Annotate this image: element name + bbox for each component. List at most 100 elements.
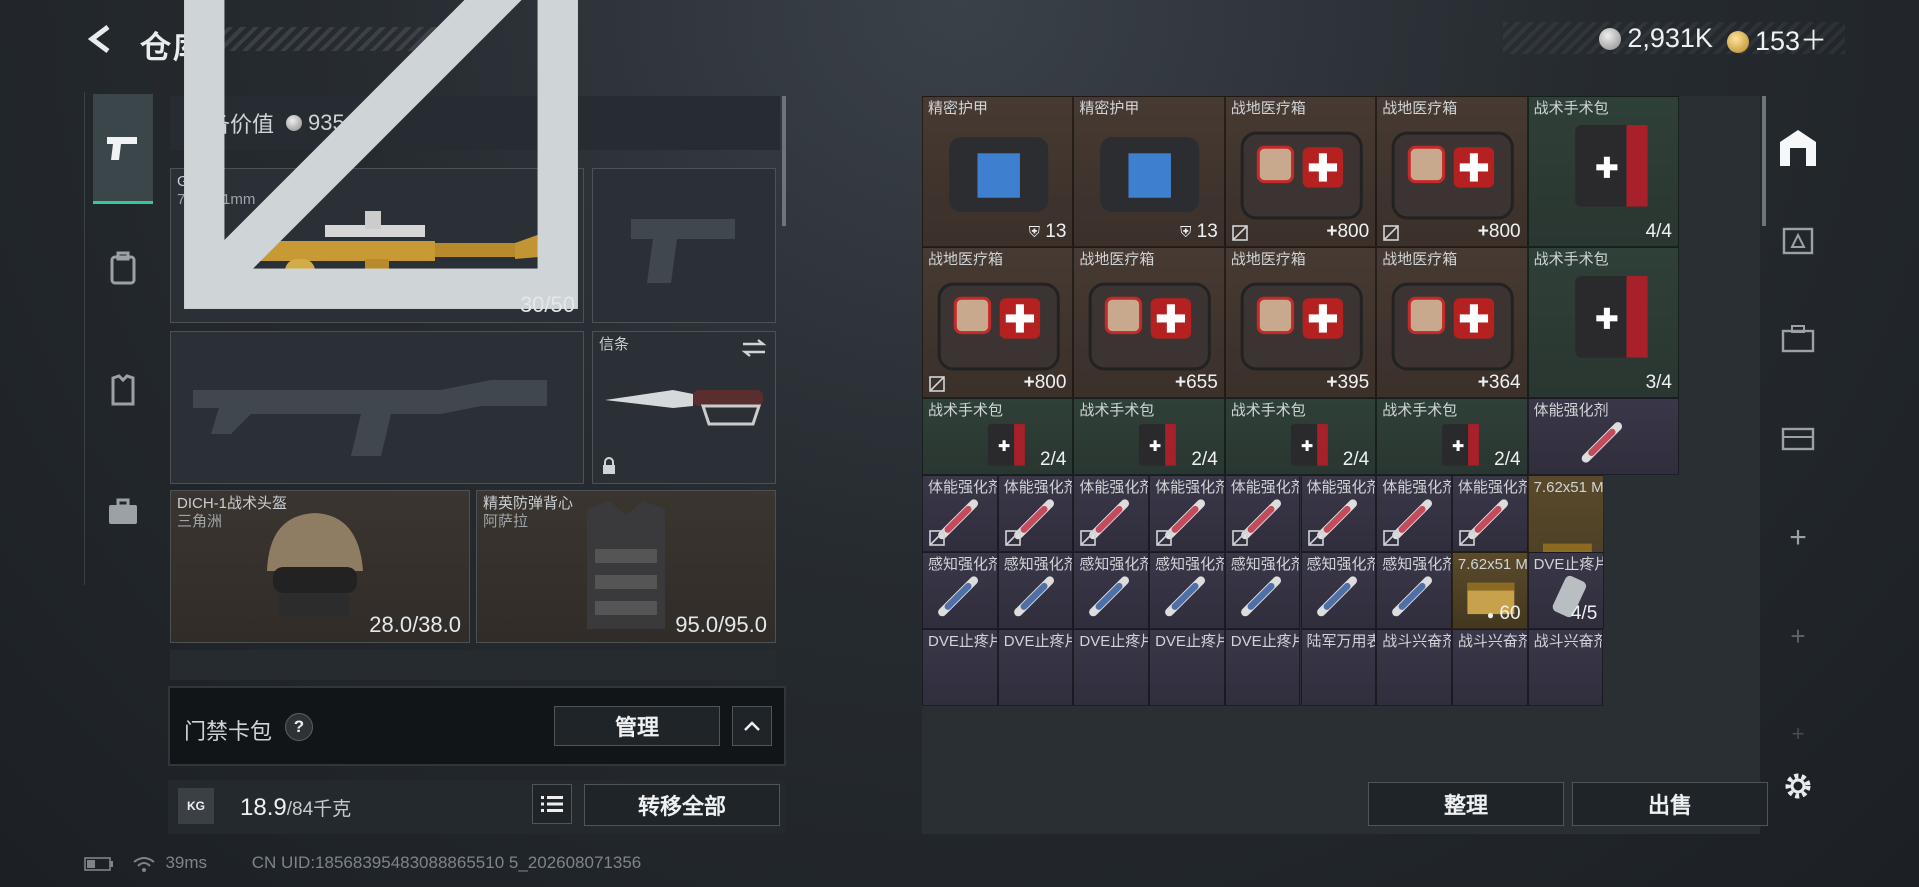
uid-text: CN UID:18568395483088865510 5_2026080713…: [251, 853, 642, 872]
inventory-item[interactable]: 感知强化剂: [1149, 552, 1225, 629]
inventory-item[interactable]: 战术手术包 3/4: [1527, 247, 1679, 398]
inventory-item[interactable]: 陆军万用表: [1300, 629, 1377, 706]
inventory-item[interactable]: 体能强化剂: [1224, 475, 1301, 552]
secondary-weapon-slot-empty[interactable]: [170, 331, 584, 484]
ping-value: 39ms: [165, 853, 208, 872]
inventory-item[interactable]: 感知强化剂: [1376, 552, 1452, 629]
list-view-button[interactable]: [532, 784, 572, 824]
sort-button[interactable]: 整理: [1368, 782, 1564, 826]
tab-storage-4b[interactable]: [1778, 416, 1818, 456]
item-name: 精密护甲: [928, 100, 989, 117]
item-name: DVE止疼片: [928, 633, 998, 650]
inventory-item[interactable]: DVE止疼片: [997, 629, 1074, 706]
tab-case[interactable]: [93, 482, 153, 542]
storage-scrollbar[interactable]: [1762, 96, 1766, 226]
equipment-scroll-area: [170, 650, 776, 680]
case-iv-icon: [1781, 325, 1815, 353]
battery-icon: [84, 856, 113, 871]
inventory-item[interactable]: DVE止疼片: [1224, 629, 1301, 706]
medkit-image: [1240, 282, 1363, 371]
tab-main-storage[interactable]: [1774, 124, 1822, 172]
melee-name: 信条: [599, 336, 630, 353]
help-icon[interactable]: ?: [285, 713, 313, 741]
inventory-item[interactable]: 感知强化剂: [1300, 552, 1377, 629]
inventory-item[interactable]: 体能强化剂: [1073, 475, 1150, 552]
inventory-item[interactable]: 战地医疗箱 +364: [1376, 247, 1528, 398]
plus-icon: +: [1791, 721, 1805, 746]
armor-slot[interactable]: 精英防弹背心 阿萨拉 95.0/95.0: [476, 490, 776, 643]
gear-icon: [1785, 773, 1811, 799]
helmet-origin: 三角洲: [177, 513, 223, 530]
inventory-item[interactable]: DVE止疼片 4/5: [1527, 552, 1605, 629]
inventory-item[interactable]: 体能强化剂: [1527, 398, 1679, 475]
medkit-image: [1391, 282, 1514, 371]
inventory-item[interactable]: 精密护甲 ⛨ 13: [922, 96, 1074, 247]
collapse-button[interactable]: [732, 706, 772, 746]
chevron-up-icon: [744, 721, 760, 731]
inventory-item[interactable]: 战地医疗箱 +800: [1376, 96, 1528, 247]
inventory-item[interactable]: 感知强化剂: [997, 552, 1074, 629]
surgery-kit-image: [1575, 125, 1649, 207]
item-value: 4/4: [1645, 221, 1672, 242]
melee-slot[interactable]: 信条: [592, 331, 776, 484]
item-name: 陆军万用表: [1306, 633, 1377, 650]
inventory-item[interactable]: 战术手术包 2/4: [1073, 398, 1225, 475]
inventory-item[interactable]: 体能强化剂: [1149, 475, 1225, 552]
inventory-item[interactable]: 战术手术包 2/4: [1376, 398, 1528, 475]
inventory-item[interactable]: 感知强化剂: [922, 552, 998, 629]
swap-icon[interactable]: [741, 338, 767, 358]
inventory-item[interactable]: 战地医疗箱 +800: [922, 247, 1074, 398]
tab-backpack[interactable]: [93, 238, 153, 298]
inventory-item[interactable]: 感知强化剂: [1073, 552, 1150, 629]
inventory-item[interactable]: 体能强化剂: [1376, 475, 1452, 552]
armor-origin: 阿萨拉: [483, 513, 529, 530]
add-storage-button[interactable]: +: [1778, 518, 1818, 558]
pistol-icon: [107, 136, 137, 160]
inventory-item[interactable]: DVE止疼片: [922, 629, 998, 706]
currency-gold[interactable]: 153＋: [1726, 19, 1827, 58]
tab-storage-4a[interactable]: [1778, 318, 1818, 358]
surgery-kit-image: [987, 424, 1025, 466]
primary-weapon-slot[interactable]: G3 7.62x51mm 30/50: [170, 0, 584, 323]
medkit-image: [1391, 131, 1514, 220]
manage-button[interactable]: 管理: [554, 706, 720, 746]
inventory-item[interactable]: 战斗兴奋剂: [1527, 629, 1604, 706]
settings-button[interactable]: [1778, 766, 1818, 806]
no-repair-icon: [929, 530, 945, 546]
inventory-item[interactable]: 战术手术包 4/4: [1527, 96, 1679, 247]
inventory-item[interactable]: 感知强化剂: [1224, 552, 1301, 629]
pistol-slot-empty[interactable]: [592, 168, 776, 323]
inventory-item[interactable]: 体能强化剂: [922, 475, 998, 552]
item-name: DVE止疼片: [1533, 556, 1605, 573]
inventory-item[interactable]: 战地医疗箱 +655: [1073, 247, 1225, 398]
transfer-all-button[interactable]: 转移全部: [584, 784, 780, 826]
inventory-item[interactable]: 战术手术包 2/4: [922, 398, 1074, 475]
weight-readout: 18.9/84千克: [240, 794, 352, 821]
tab-weapons[interactable]: [93, 94, 153, 204]
inventory-item[interactable]: DVE止疼片: [1073, 629, 1150, 706]
surgery-kit-image: [1139, 424, 1177, 466]
inventory-item[interactable]: 战地医疗箱 +800: [1224, 96, 1377, 247]
inventory-item[interactable]: 体能强化剂: [997, 475, 1074, 552]
equipment-scrollbar[interactable]: [782, 96, 786, 226]
inventory-item[interactable]: DVE止疼片: [1149, 629, 1225, 706]
inventory-item[interactable]: 精密护甲 ⛨ 13: [1073, 96, 1225, 247]
status-footer: 39ms CN UID:18568395483088865510 5_20260…: [84, 853, 641, 873]
tab-vest[interactable]: [93, 360, 153, 420]
inventory-item[interactable]: 战地医疗箱 +395: [1224, 247, 1377, 398]
back-button[interactable]: [84, 22, 118, 56]
inventory-item[interactable]: 体能强化剂: [1451, 475, 1528, 552]
inventory-item[interactable]: 7.62x51 M62 ● 60: [1451, 552, 1528, 629]
category-tabs: [84, 92, 160, 585]
helmet-slot[interactable]: DICH-1战术头盔 三角洲 28.0/38.0: [170, 490, 470, 643]
inventory-item[interactable]: 战斗兴奋剂: [1451, 629, 1528, 706]
inventory-item[interactable]: 战斗兴奋剂: [1376, 629, 1452, 706]
sell-button[interactable]: 出售: [1572, 782, 1768, 826]
no-repair-icon: [1231, 225, 1248, 241]
access-card-label: 门禁卡包: [184, 719, 273, 744]
tab-storage-3[interactable]: [1778, 220, 1818, 260]
inventory-item[interactable]: 战术手术包 2/4: [1224, 398, 1377, 475]
case-iii-icon: [1782, 227, 1814, 255]
item-name: 战斗兴奋剂: [1533, 633, 1604, 650]
inventory-item[interactable]: 体能强化剂: [1300, 475, 1377, 552]
